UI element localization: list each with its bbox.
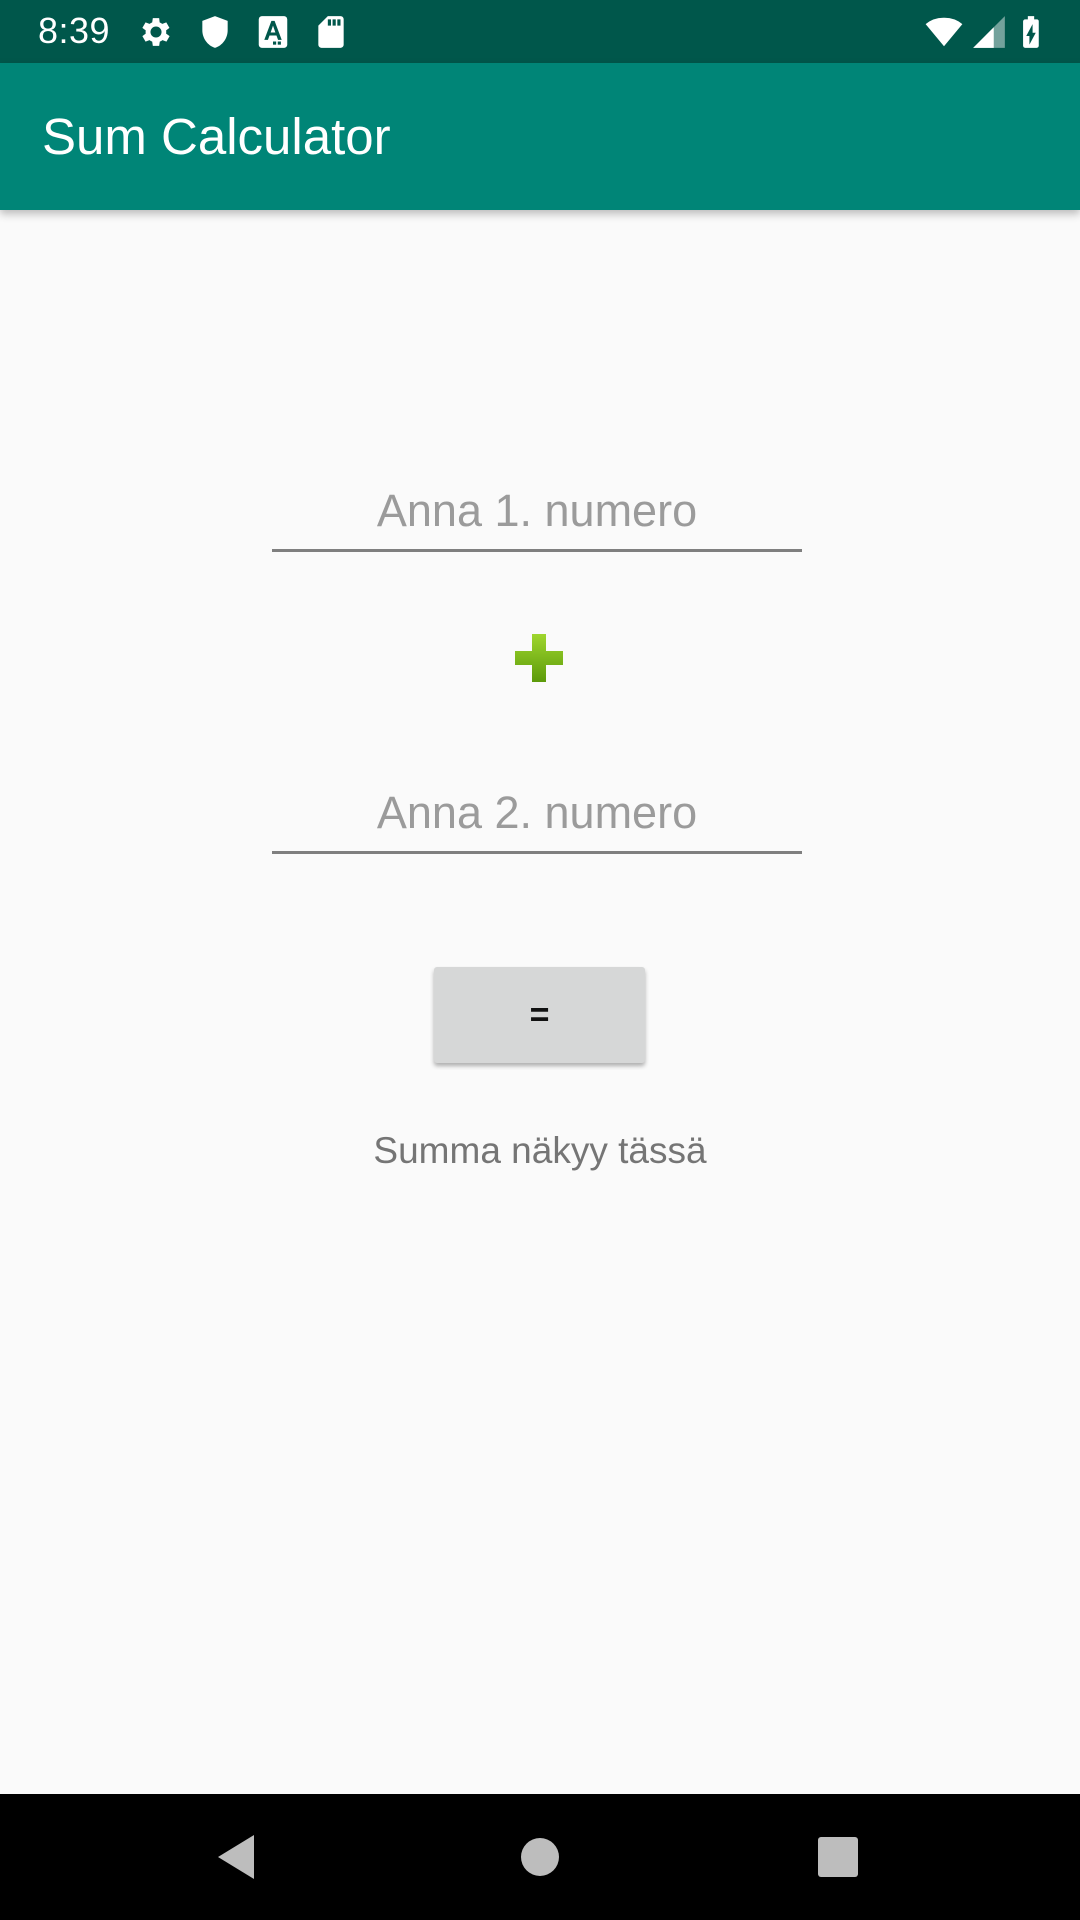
app-bar: Sum Calculator — [0, 63, 1080, 210]
back-icon[interactable] — [208, 1827, 268, 1887]
shield-icon — [196, 13, 234, 51]
gear-icon — [137, 13, 175, 51]
home-icon[interactable] — [510, 1827, 570, 1887]
sum-result-text: Summa näkyy tässä — [373, 1130, 707, 1171]
plus-icon — [513, 632, 565, 684]
battery-charging-icon — [1012, 13, 1050, 51]
status-time: 8:39 — [38, 10, 111, 51]
second-number-input[interactable] — [272, 774, 802, 854]
sd-card-icon — [312, 13, 350, 51]
status-bar: 8:39 — [0, 0, 1080, 63]
app-title: Sum Calculator — [42, 108, 391, 165]
wifi-icon — [922, 13, 966, 51]
equals-button[interactable]: = — [434, 967, 645, 1063]
first-number-input[interactable] — [272, 472, 802, 552]
calculator-form: = Summa näkyy tässä — [0, 210, 1080, 1794]
recents-icon[interactable] — [808, 1827, 868, 1887]
signal-icon — [970, 13, 1008, 51]
a-text-icon — [254, 13, 292, 51]
navigation-bar — [0, 1794, 1080, 1920]
